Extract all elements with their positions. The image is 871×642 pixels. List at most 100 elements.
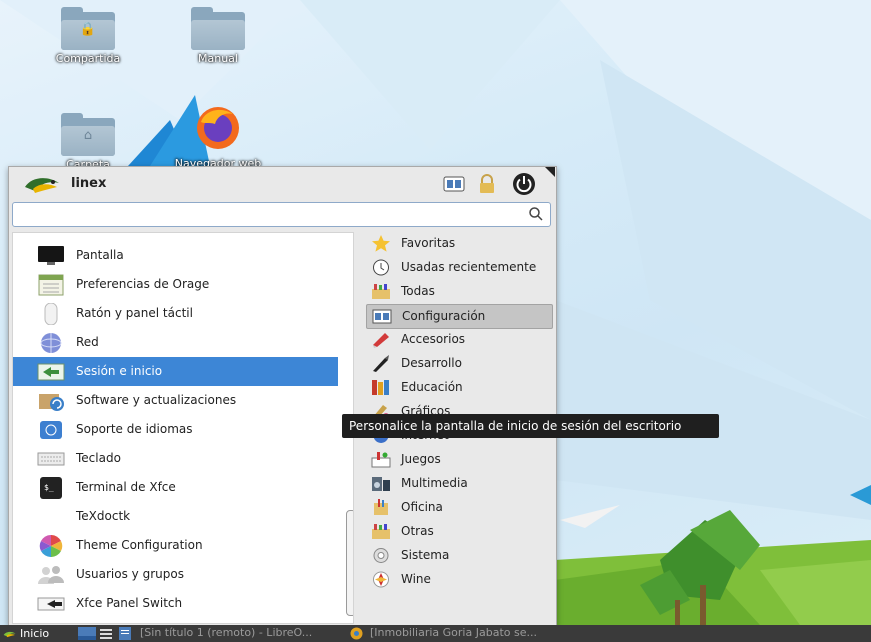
language-icon <box>40 421 62 439</box>
category-accesorios[interactable]: Accesorios <box>366 328 551 351</box>
linex-logo-icon <box>25 178 59 193</box>
app-item-theme-configuration[interactable]: Theme Configuration <box>13 531 338 560</box>
category-label: Favoritas <box>401 236 456 250</box>
accessories-icon <box>373 333 389 348</box>
power-button[interactable] <box>511 172 537 196</box>
app-label: Terminal de Xfce <box>76 480 176 494</box>
theme-icon <box>39 535 63 557</box>
terminal-icon: $_ <box>40 477 62 499</box>
app-label: Xfce Panel Switch <box>76 596 183 610</box>
start-label: Inicio <box>20 627 50 640</box>
search-box[interactable] <box>12 202 551 227</box>
category-label: Configuración <box>402 309 486 323</box>
taskbar-task-browser[interactable]: [Inmobiliaria Goria Jabato se... <box>370 626 570 641</box>
app-label: Ratón y panel táctil <box>76 306 193 320</box>
user-name: linex <box>71 176 107 191</box>
app-item-usuarios[interactable]: Usuarios y grupos <box>13 560 338 589</box>
app-list-scrollbar[interactable] <box>346 510 353 616</box>
app-label: Usuarios y grupos <box>76 567 184 581</box>
app-item-orage[interactable]: Preferencias de Orage <box>13 270 338 299</box>
category-juegos[interactable]: Juegos <box>366 448 551 471</box>
shared-folder-icon: 🔒 <box>61 7 115 50</box>
tooltip: Personalice la pantalla de inicio de ses… <box>342 414 719 438</box>
education-icon <box>372 380 389 395</box>
category-oficina[interactable]: Oficina <box>366 496 551 519</box>
task-label: [Sin título 1 (remoto) - LibreO... <box>140 626 313 639</box>
firefox-icon <box>197 107 239 149</box>
app-item-panel-switch[interactable]: Xfce Panel Switch <box>13 589 338 618</box>
desktop-icon-manual[interactable]: Manual <box>173 7 263 65</box>
other-icon <box>372 524 390 539</box>
taskbar: Inicio [Sin título 1 (remoto) - LibreO..… <box>0 625 871 642</box>
show-desktop-icon[interactable] <box>78 627 96 640</box>
category-label: Juegos <box>401 452 441 466</box>
desktop-icon-navegador[interactable]: Navegador web <box>173 104 263 170</box>
category-label: Desarrollo <box>401 356 462 370</box>
desktop-icon-label: Compartida <box>55 52 121 65</box>
app-item-pantalla[interactable]: Pantalla <box>13 241 338 270</box>
desktop-icon-compartida[interactable]: 🔒 Compartida <box>43 7 133 65</box>
development-icon <box>373 355 389 372</box>
category-otras[interactable]: Otras <box>366 520 551 543</box>
system-icon <box>373 548 389 563</box>
app-label: Sesión e inicio <box>76 364 163 378</box>
category-label: Multimedia <box>401 476 468 490</box>
category-educacion[interactable]: Educación <box>366 376 551 399</box>
app-item-terminal[interactable]: $_ Terminal de Xfce <box>13 473 338 502</box>
folder-icon <box>191 7 245 50</box>
star-icon <box>372 235 390 252</box>
app-item-raton[interactable]: Ratón y panel táctil <box>13 299 338 328</box>
users-icon <box>38 566 64 584</box>
category-favoritas[interactable]: Favoritas <box>366 232 551 255</box>
app-item-teclado[interactable]: Teclado <box>13 444 338 473</box>
category-wine[interactable]: Wine <box>366 568 551 591</box>
category-recientes[interactable]: Usadas recientemente <box>366 256 551 279</box>
search-input[interactable] <box>17 205 521 224</box>
search-icon[interactable] <box>528 206 544 222</box>
app-item-software[interactable]: Software y actualizaciones <box>13 386 338 415</box>
svg-text:$_: $_ <box>44 483 54 492</box>
app-item-red[interactable]: Red <box>13 328 338 357</box>
taskbar-task-libreoffice[interactable]: [Sin título 1 (remoto) - LibreO... <box>140 626 325 641</box>
category-multimedia[interactable]: Multimedia <box>366 472 551 495</box>
app-label: Preferencias de Orage <box>76 277 210 291</box>
category-desarrollo[interactable]: Desarrollo <box>366 352 551 375</box>
settings-manager-button[interactable] <box>443 174 465 194</box>
task-label: [Inmobiliaria Goria Jabato se... <box>370 626 537 639</box>
menu-header: linex <box>9 167 556 201</box>
calendar-icon <box>38 274 64 296</box>
whisker-menu: linex Pantalla Preferencias de Orage Rat… <box>8 166 557 626</box>
app-item-texdoctk[interactable]: TeXdoctk <box>13 502 338 531</box>
wine-icon <box>373 571 389 588</box>
software-update-icon <box>39 394 64 411</box>
app-label: Software y actualizaciones <box>76 393 237 407</box>
desktop-icon-carpeta[interactable]: ⌂ Carpeta <box>43 113 133 171</box>
app-label: Teclado <box>76 451 121 465</box>
category-label: Oficina <box>401 500 443 514</box>
category-sistema[interactable]: Sistema <box>366 544 551 567</box>
app-item-idiomas[interactable]: Soporte de idiomas <box>13 415 338 444</box>
category-label: Todas <box>401 284 435 298</box>
application-list[interactable]: Pantalla Preferencias de Orage Ratón y p… <box>12 232 354 624</box>
category-label: Educación <box>401 380 463 394</box>
writer-icon <box>119 627 131 640</box>
linex-logo-icon <box>3 631 16 638</box>
panel-switch-icon <box>37 597 65 611</box>
monitor-icon <box>38 246 64 265</box>
lock-screen-button[interactable] <box>476 174 498 194</box>
category-todas[interactable]: Todas <box>366 280 551 303</box>
mouse-icon <box>44 303 58 325</box>
resize-corner-icon[interactable] <box>545 167 555 177</box>
app-label: Pantalla <box>76 248 124 262</box>
games-icon <box>371 452 391 468</box>
office-icon <box>374 499 388 515</box>
session-icon <box>37 363 65 381</box>
app-label: TeXdoctk <box>76 509 131 523</box>
app-item-sesion-inicio[interactable]: Sesión e inicio <box>13 357 338 386</box>
chrome-icon <box>350 627 363 640</box>
category-label: Usadas recientemente <box>401 260 537 274</box>
category-configuracion[interactable]: Configuración <box>366 304 553 329</box>
category-label: Sistema <box>401 548 450 562</box>
workspace-switcher-icon[interactable] <box>99 627 113 640</box>
app-label: Red <box>76 335 99 349</box>
